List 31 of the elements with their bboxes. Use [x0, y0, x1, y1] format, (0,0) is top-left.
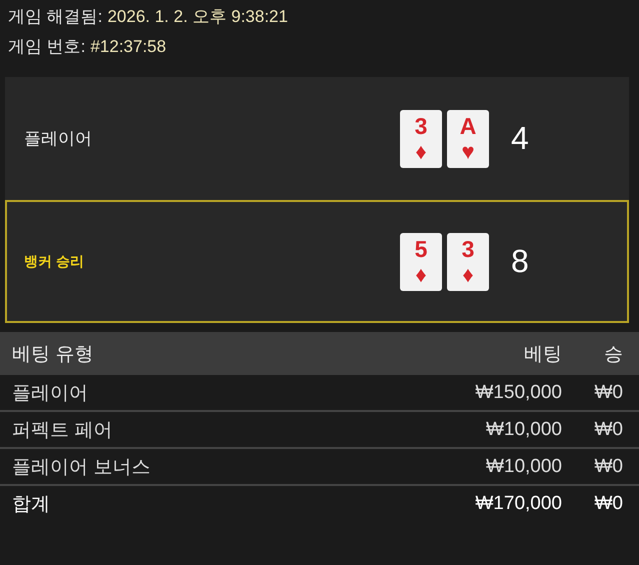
- column-header: 베팅 유형: [11, 342, 94, 366]
- hand-score: 8: [511, 243, 529, 280]
- hand-score: 4: [511, 120, 529, 157]
- hand-name: 플레이어: [24, 128, 93, 150]
- table-cell-text: 합계: [11, 492, 51, 516]
- table-cell-text: 플레이어: [11, 382, 89, 406]
- card-suit: ♥: [461, 140, 475, 164]
- column-header: 베팅: [523, 342, 562, 366]
- table-cell-text: 퍼펙트 페어: [11, 418, 114, 442]
- card-suit: ♦: [462, 262, 474, 286]
- card-rank: 5: [414, 234, 428, 262]
- info-label: 게임 해결됨:: [8, 6, 102, 28]
- table-cell-text: ₩10,000: [484, 418, 562, 440]
- hand-name: 뱅커 승리: [24, 252, 85, 270]
- info-value: #12:37:58: [90, 36, 166, 58]
- card-rank: 3: [462, 234, 474, 262]
- table-cell-text: ₩170,000: [474, 492, 562, 514]
- table-cell-text: ₩150,000: [474, 382, 562, 404]
- card-suit: ♦: [415, 140, 427, 164]
- card-rank: 3: [414, 112, 428, 140]
- card-suit: ♦: [415, 262, 427, 286]
- table-cell-text: ₩0: [594, 492, 624, 514]
- table-cell-text: 플레이어 보너스: [11, 456, 152, 480]
- table-cell-text: ₩0: [594, 456, 624, 478]
- card-rank: A: [460, 112, 476, 140]
- table-cell-text: ₩10,000: [484, 456, 562, 478]
- info-label: 게임 번호:: [8, 36, 86, 58]
- table-cell-text: ₩0: [594, 382, 624, 404]
- table-cell-text: ₩0: [594, 418, 624, 440]
- column-header: 승: [603, 342, 624, 366]
- info-value: 2026. 1. 2. 오후 9:38:21: [107, 6, 288, 28]
